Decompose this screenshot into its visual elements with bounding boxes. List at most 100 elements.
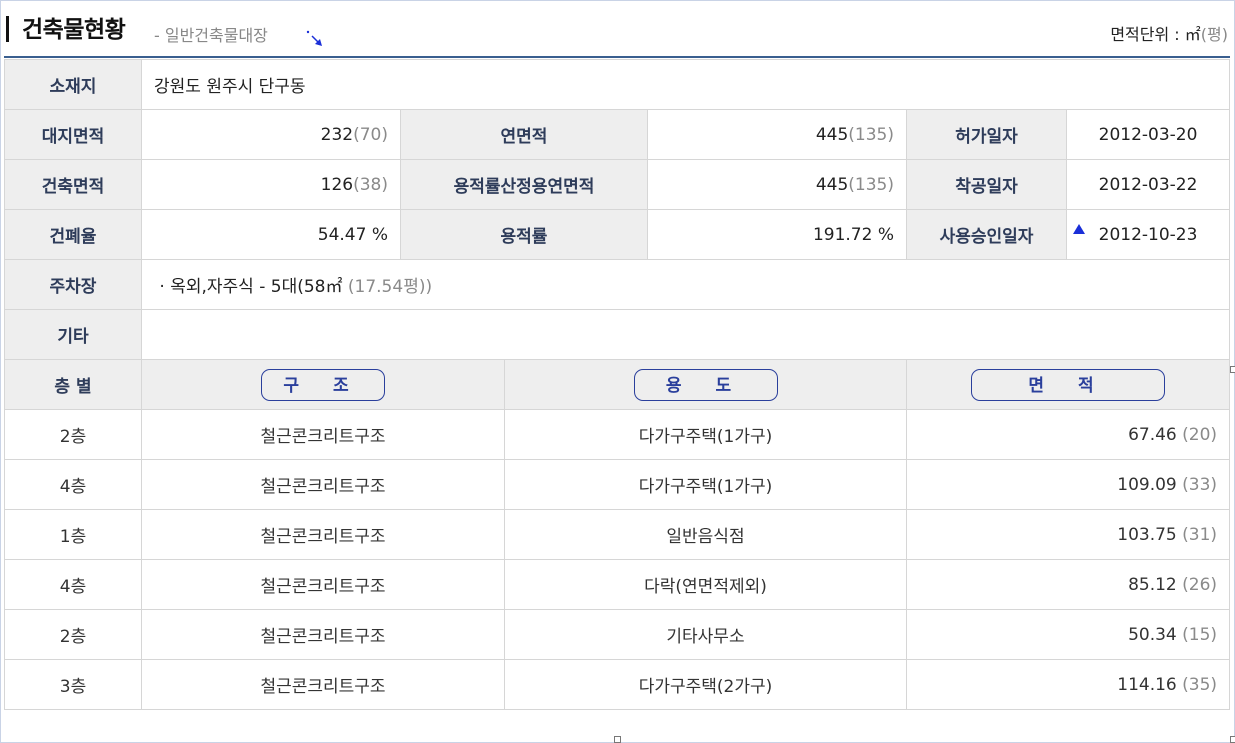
building-area-cell: 126(38)	[141, 159, 401, 210]
use-cell: 일반음식점	[504, 509, 907, 560]
far-label: 용적률	[400, 209, 648, 260]
building-status-table: 소재지 강원도 원주시 단구동 대지면적 232(70) 연면적 445(135…	[4, 59, 1231, 710]
resize-handle-corner[interactable]	[1230, 736, 1235, 743]
structure-cell: 철근콘크리트구조	[141, 659, 505, 710]
area-pyeong: (33)	[1182, 474, 1218, 495]
structure-cell: 철근콘크리트구조	[141, 509, 505, 560]
structure-cell: 철근콘크리트구조	[141, 609, 505, 660]
floor-cell: 2층	[4, 409, 142, 460]
floor-cell: 1층	[4, 509, 142, 560]
structure-cell: 철근콘크리트구조	[141, 459, 505, 510]
far-value: 191.72 %	[647, 209, 907, 260]
parking-row: 주차장 · 옥외,자주식 - 5대(58㎡ (17.54평))	[4, 259, 1231, 310]
bcr-label: 건폐율	[4, 209, 142, 260]
resize-handle-right[interactable]	[1230, 366, 1235, 373]
floor-cell: 4층	[4, 559, 142, 610]
title-marker	[6, 16, 9, 42]
col-use-header: 용 도	[504, 359, 907, 410]
floor-rows: 2층 철근콘크리트구조 다가구주택(1가구) 67.46 (20) 4층 철근콘크리트구조…	[4, 409, 1231, 710]
ratio-row: 건폐율 54.47 % 용적률 191.72 % 사용승인일자 2012-10-…	[4, 209, 1231, 260]
parking-value: · 옥외,자주식 - 5대(58㎡	[159, 277, 343, 297]
parking-pyeong: (17.54평))	[347, 277, 433, 297]
site-area-label: 대지면적	[4, 109, 142, 160]
floor-row: 4층 철근콘크리트구조 다락(연면적제외) 85.12 (26)	[4, 559, 1231, 610]
etc-row: 기타	[4, 309, 1231, 360]
use-cell: 다가구주택(1가구)	[504, 459, 907, 510]
structure-cell: 철근콘크리트구조	[141, 409, 505, 460]
col-area-header: 면 적	[905, 359, 1231, 410]
area-unit-note: 면적단위 : ㎡(평)	[1110, 21, 1228, 45]
use-cell: 다가구주택(2가구)	[504, 659, 907, 710]
structure-pill: 구 조	[261, 368, 385, 401]
site-area-value: 232	[320, 124, 354, 145]
approval-date-label: 사용승인일자	[906, 209, 1067, 260]
area-unit-text: 면적단위 : ㎡	[1110, 25, 1201, 44]
area-cell: 103.75 (31)	[905, 509, 1231, 560]
building-area-label: 건축면적	[4, 159, 142, 210]
area-pyeong: (20)	[1182, 424, 1218, 445]
site-area-cell: 232(70)	[141, 109, 401, 160]
total-floor-area-cell: 445(135)	[647, 109, 907, 160]
area-value: 109.09	[1117, 474, 1177, 495]
area-cell: 114.16 (35)	[905, 659, 1231, 710]
floor-row: 2층 철근콘크리트구조 기타사무소 50.34 (15)	[4, 609, 1231, 660]
floor-cell: 3층	[4, 659, 142, 710]
etc-value	[140, 309, 1231, 360]
building-area-value: 126	[320, 174, 354, 195]
area-row-1: 대지면적 232(70) 연면적 445(135) 허가일자 2012-03-2…	[4, 109, 1231, 160]
approval-date-value: 2012-10-23	[1065, 209, 1231, 260]
site-area-pyeong: (70)	[353, 124, 388, 145]
col-floor-header: 층 별	[4, 359, 142, 410]
permit-date-label: 허가일자	[906, 109, 1067, 160]
area-cell: 67.46 (20)	[905, 409, 1231, 460]
floor-header-row: 층 별 구 조 용 도 면 적	[4, 359, 1231, 410]
etc-label: 기타	[4, 309, 142, 360]
panel-header: 건축물현황 - 일반건축물대장 면적단위 : ㎡(평)	[4, 6, 1230, 58]
start-date-label: 착공일자	[906, 159, 1067, 210]
area-value: 67.46	[1128, 424, 1177, 445]
pointer-triangle-icon	[1073, 224, 1085, 234]
resize-handle-bottom[interactable]	[614, 736, 621, 743]
area-value: 114.16	[1117, 674, 1177, 695]
floor-row: 3층 철근콘크리트구조 다가구주택(2가구) 114.16 (35)	[4, 659, 1231, 710]
total-floor-area-pyeong: (135)	[848, 124, 894, 145]
area-cell: 85.12 (26)	[905, 559, 1231, 610]
page-subtitle: - 일반건축물대장	[154, 26, 268, 45]
area-value: 85.12	[1128, 574, 1177, 595]
structure-cell: 철근콘크리트구조	[141, 559, 505, 610]
floor-cell: 2층	[4, 609, 142, 660]
far-floor-area-value: 445	[815, 174, 849, 195]
floor-row: 2층 철근콘크리트구조 다가구주택(1가구) 67.46 (20)	[4, 409, 1231, 460]
area-cell: 50.34 (15)	[905, 609, 1231, 660]
col-structure-header: 구 조	[141, 359, 505, 410]
page-title: 건축물현황	[22, 17, 126, 43]
total-floor-area-label: 연면적	[400, 109, 648, 160]
area-pill: 면 적	[971, 368, 1166, 401]
use-cell: 다락(연면적제외)	[504, 559, 907, 610]
area-pyeong: (26)	[1182, 574, 1218, 595]
far-floor-area-cell: 445(135)	[647, 159, 907, 210]
area-value: 103.75	[1117, 524, 1177, 545]
area-value: 50.34	[1128, 624, 1177, 645]
start-date-value: 2012-03-22	[1065, 159, 1231, 210]
area-pyeong: (31)	[1182, 524, 1218, 545]
location-row: 소재지 강원도 원주시 단구동	[4, 59, 1231, 110]
location-label: 소재지	[4, 59, 142, 110]
total-floor-area-value: 445	[815, 124, 849, 145]
far-floor-area-label: 용적률산정용연면적	[400, 159, 648, 210]
far-floor-area-pyeong: (135)	[848, 174, 894, 195]
area-cell: 109.09 (33)	[905, 459, 1231, 510]
use-cell: 기타사무소	[504, 609, 907, 660]
area-pyeong: (15)	[1182, 624, 1218, 645]
floor-cell: 4층	[4, 459, 142, 510]
area-pyeong: (35)	[1182, 674, 1218, 695]
location-value: 강원도 원주시 단구동	[140, 59, 1231, 110]
area-row-2: 건축면적 126(38) 용적률산정용연면적 445(135) 착공일자 201…	[4, 159, 1231, 210]
parking-cell: · 옥외,자주식 - 5대(58㎡ (17.54평))	[140, 259, 1231, 310]
use-cell: 다가구주택(1가구)	[504, 409, 907, 460]
area-unit-pyeong: (평)	[1200, 25, 1228, 44]
floor-row: 1층 철근콘크리트구조 일반음식점 103.75 (31)	[4, 509, 1231, 560]
bcr-value: 54.47 %	[141, 209, 401, 260]
permit-date-value: 2012-03-20	[1065, 109, 1231, 160]
use-pill: 용 도	[633, 368, 778, 401]
